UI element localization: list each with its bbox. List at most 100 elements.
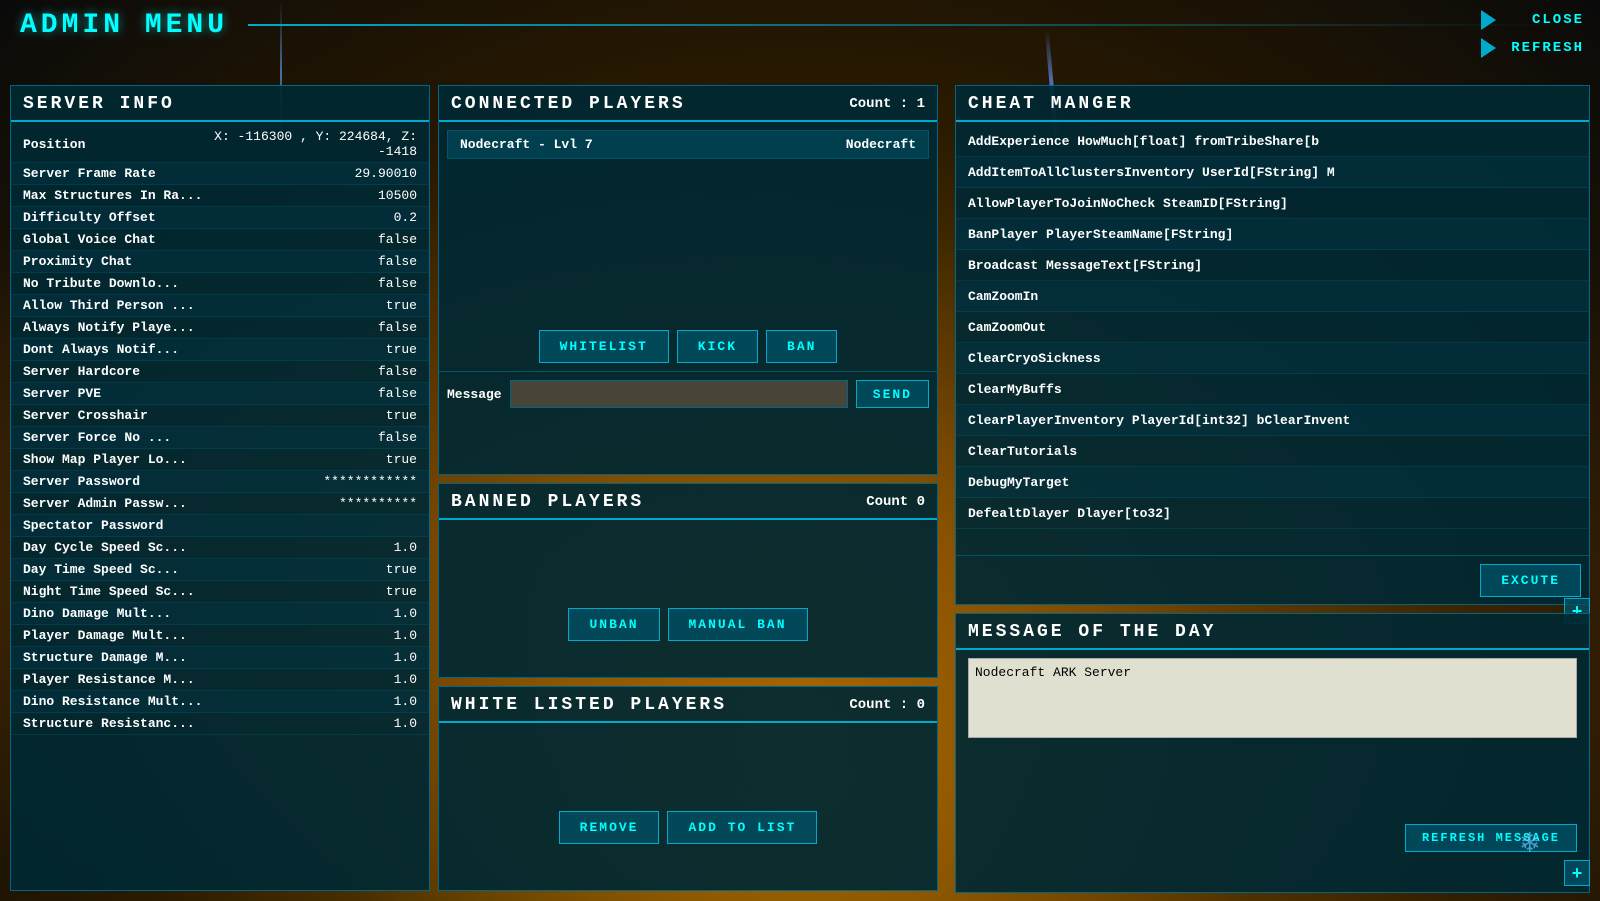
- info-row: Structure Resistanc... 1.0: [11, 713, 429, 735]
- info-label: Server Password: [23, 474, 203, 489]
- info-label: Dino Resistance Mult...: [23, 694, 203, 709]
- cheat-name: CamZoomIn: [968, 289, 1038, 304]
- server-info-panel: SERVER INFO Position X: -116300 , Y: 224…: [10, 85, 430, 891]
- cheat-name: AddItemToAllClustersInventory UserId[FSt…: [968, 165, 1335, 180]
- cheat-name: BanPlayer PlayerSteamName[FString]: [968, 227, 1233, 242]
- info-row: Server Admin Passw... **********: [11, 493, 429, 515]
- info-label: Night Time Speed Sc...: [23, 584, 203, 599]
- cheat-item[interactable]: AddExperience HowMuch[float] fromTribeSh…: [956, 126, 1589, 157]
- info-label: Server Admin Passw...: [23, 496, 203, 511]
- info-label: Server Crosshair: [23, 408, 203, 423]
- cheat-name: ClearTutorials: [968, 444, 1077, 459]
- info-row: Night Time Speed Sc... true: [11, 581, 429, 603]
- info-label: No Tribute Downlo...: [23, 276, 203, 291]
- info-value: ************: [323, 474, 417, 489]
- info-label: Show Map Player Lo...: [23, 452, 203, 467]
- info-value: 29.90010: [355, 166, 417, 181]
- cheat-name: AllowPlayerToJoinNoCheck SteamID[FString…: [968, 196, 1288, 211]
- connected-player-list: Nodecraft - Lvl 7 Nodecraft: [439, 122, 937, 322]
- snowflake-icon: ❄: [1521, 825, 1539, 862]
- info-row: Server PVE false: [11, 383, 429, 405]
- info-value: false: [378, 276, 417, 291]
- info-row: Dont Always Notif... true: [11, 339, 429, 361]
- info-value: true: [386, 408, 417, 423]
- connected-count: Count : 1: [849, 96, 925, 112]
- ban-button[interactable]: BAN: [766, 330, 837, 363]
- info-row: Server Frame Rate 29.90010: [11, 163, 429, 185]
- info-value: 1.0: [394, 672, 417, 687]
- banned-player-list: [439, 520, 937, 600]
- remove-button[interactable]: REMOVE: [559, 811, 660, 844]
- info-value: true: [386, 562, 417, 577]
- info-label: Allow Third Person ...: [23, 298, 203, 313]
- cheat-item[interactable]: DefealtDlayer Dlayer[to32]: [956, 498, 1589, 529]
- info-row: Difficulty Offset 0.2: [11, 207, 429, 229]
- info-label: Day Time Speed Sc...: [23, 562, 203, 577]
- info-value: **********: [339, 496, 417, 511]
- message-input[interactable]: [510, 380, 848, 408]
- cheat-item[interactable]: ClearPlayerInventory PlayerId[int32] bCl…: [956, 405, 1589, 436]
- cheat-item[interactable]: ClearCryoSickness: [956, 343, 1589, 374]
- info-value: 1.0: [394, 628, 417, 643]
- cheat-item[interactable]: ClearTutorials: [956, 436, 1589, 467]
- info-value: false: [378, 430, 417, 445]
- add-to-list-button[interactable]: ADD TO LIST: [667, 811, 817, 844]
- cheat-item[interactable]: ClearMyBuffs: [956, 374, 1589, 405]
- info-value: X: -116300 , Y: 224684, Z: -1418: [203, 129, 417, 159]
- cheat-name: Broadcast MessageText[FString]: [968, 258, 1202, 273]
- plus-button-2[interactable]: +: [1564, 860, 1590, 886]
- info-row: Max Structures In Ra... 10500: [11, 185, 429, 207]
- whitelist-player-list: [439, 723, 937, 803]
- whitelist-button[interactable]: WHITELIST: [539, 330, 669, 363]
- info-value: 1.0: [394, 540, 417, 555]
- refresh-message-button[interactable]: REFRESH MESSAGE: [1405, 824, 1577, 852]
- motd-title: MESSAGE OF THE DAY: [956, 614, 1589, 650]
- info-row: Dino Damage Mult... 1.0: [11, 603, 429, 625]
- info-row: Server Hardcore false: [11, 361, 429, 383]
- info-row: Day Cycle Speed Sc... 1.0: [11, 537, 429, 559]
- info-row: Spectator Password: [11, 515, 429, 537]
- cheat-item[interactable]: AddItemToAllClustersInventory UserId[FSt…: [956, 157, 1589, 188]
- excute-button[interactable]: EXCUTE: [1480, 564, 1581, 597]
- info-row: Always Notify Playe... false: [11, 317, 429, 339]
- send-button[interactable]: SEND: [856, 380, 929, 408]
- info-row: Position X: -116300 , Y: 224684, Z: -141…: [11, 126, 429, 163]
- cheat-item[interactable]: BanPlayer PlayerSteamName[FString]: [956, 219, 1589, 250]
- kick-button[interactable]: KICK: [677, 330, 758, 363]
- whitelist-action-buttons: REMOVE ADD TO LIST: [439, 803, 937, 852]
- manual-ban-button[interactable]: Manual Ban: [668, 608, 808, 641]
- info-row: Global Voice Chat false: [11, 229, 429, 251]
- info-row: Proximity Chat false: [11, 251, 429, 273]
- cheat-name: ClearMyBuffs: [968, 382, 1062, 397]
- cheat-item[interactable]: AllowPlayerToJoinNoCheck SteamID[FString…: [956, 188, 1589, 219]
- info-label: Server Force No ...: [23, 430, 203, 445]
- player-name: Nodecraft - Lvl 7: [460, 137, 846, 152]
- top-buttons: CLOSE REFRESH: [1481, 8, 1600, 60]
- info-value: false: [378, 254, 417, 269]
- close-button[interactable]: CLOSE: [1481, 8, 1600, 32]
- cheat-name: AddExperience HowMuch[float] fromTribeSh…: [968, 134, 1319, 149]
- banned-count: Count 0: [866, 494, 925, 510]
- info-row: No Tribute Downlo... false: [11, 273, 429, 295]
- cheat-item[interactable]: Broadcast MessageText[FString]: [956, 250, 1589, 281]
- whitelist-panel: WHITE LISTED PLAYERS Count : 0 REMOVE AD…: [438, 686, 938, 891]
- unban-button[interactable]: UNBAN: [568, 608, 659, 641]
- info-label: Position: [23, 137, 203, 152]
- cheat-item[interactable]: CamZoomOut: [956, 312, 1589, 343]
- info-row: Player Resistance M... 1.0: [11, 669, 429, 691]
- cheat-item[interactable]: DebugMyTarget: [956, 467, 1589, 498]
- info-row: Server Password ************: [11, 471, 429, 493]
- player-row[interactable]: Nodecraft - Lvl 7 Nodecraft: [447, 130, 929, 159]
- banned-title: BANNED PLAYERS: [451, 492, 644, 512]
- player-action-buttons: WHITELIST KICK BAN: [439, 322, 937, 371]
- info-row: Server Force No ... false: [11, 427, 429, 449]
- cheat-name: DefealtDlayer Dlayer[to32]: [968, 506, 1171, 521]
- motd-textarea[interactable]: [968, 658, 1577, 738]
- info-row: Server Crosshair true: [11, 405, 429, 427]
- title-bar: ADMIN MENU: [0, 0, 1600, 50]
- refresh-button[interactable]: REFRESH: [1481, 36, 1600, 60]
- info-value: true: [386, 584, 417, 599]
- title-line: [248, 24, 1560, 26]
- info-label: Max Structures In Ra...: [23, 188, 203, 203]
- cheat-item[interactable]: CamZoomIn: [956, 281, 1589, 312]
